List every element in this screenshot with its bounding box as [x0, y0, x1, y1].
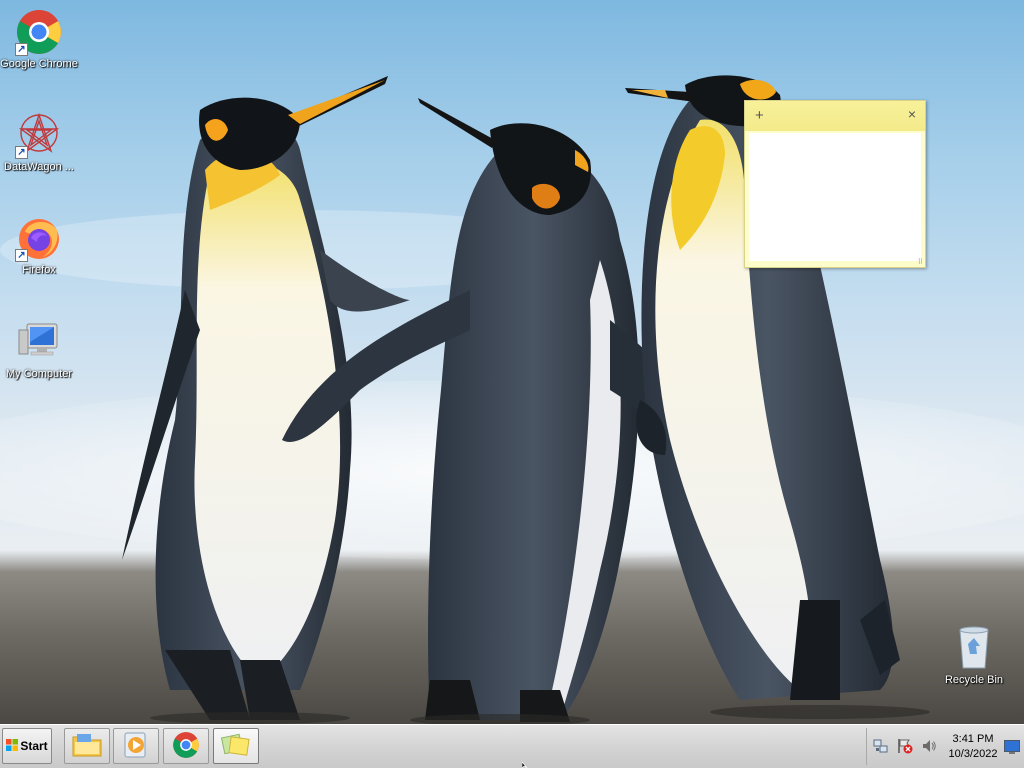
- recycle-bin-icon: [950, 624, 998, 672]
- sticky-notes-icon: [220, 732, 251, 761]
- datawagon-icon: ↗: [15, 111, 63, 159]
- resize-grip-icon[interactable]: ⠿: [918, 258, 923, 266]
- shortcut-arrow-icon: ↗: [15, 146, 28, 159]
- taskbar-clock[interactable]: 3:41 PM 10/3/2022: [945, 732, 1001, 762]
- action-center-flag-icon[interactable]: [897, 738, 913, 754]
- desktop-icon-recycle-bin[interactable]: Recycle Bin: [935, 624, 1013, 686]
- taskbar-button-google-chrome[interactable]: [163, 728, 209, 764]
- network-icon[interactable]: [873, 738, 889, 754]
- desktop-icon-firefox[interactable]: ↗ Firefox: [0, 214, 78, 276]
- desktop-icon-label: My Computer: [5, 368, 73, 380]
- firefox-icon: ↗: [15, 214, 63, 262]
- clock-time: 3:41 PM: [952, 733, 994, 745]
- clock-date: 10/3/2022: [948, 748, 998, 760]
- desktop-icon-label: Recycle Bin: [944, 674, 1004, 686]
- sticky-note-title-bar[interactable]: + ×: [745, 101, 925, 131]
- chrome-icon: ↗: [15, 8, 63, 56]
- sticky-note-window[interactable]: + × ⠿: [744, 100, 926, 268]
- windows-logo-icon: [6, 738, 19, 754]
- media-player-icon: [122, 731, 150, 762]
- taskbar-button-sticky-notes[interactable]: [213, 728, 259, 764]
- desktop-icon-datawagon[interactable]: ↗ DataWagon ...: [0, 111, 78, 173]
- folder-icon: [71, 731, 103, 762]
- chrome-icon: [172, 731, 200, 762]
- mouse-cursor-icon: [522, 762, 528, 768]
- show-desktop-button[interactable]: [1004, 740, 1020, 754]
- desktop-icon-label: Google Chrome: [0, 58, 78, 70]
- start-label: Start: [20, 739, 48, 753]
- computer-icon: [15, 318, 63, 366]
- show-desktop-icon: [1004, 740, 1020, 754]
- shortcut-arrow-icon: ↗: [15, 43, 28, 56]
- system-tray: 3:41 PM 10/3/2022: [866, 728, 1024, 765]
- desktop-icon-label: Firefox: [22, 264, 56, 276]
- desktop-icon-label: DataWagon ...: [4, 161, 74, 173]
- sticky-note-text-area[interactable]: [749, 133, 921, 261]
- start-button[interactable]: Start: [2, 728, 52, 764]
- shortcut-arrow-icon: ↗: [15, 249, 28, 262]
- taskbar-button-file-explorer[interactable]: [64, 728, 110, 764]
- volume-icon[interactable]: [921, 738, 937, 754]
- new-note-button[interactable]: +: [755, 107, 764, 124]
- close-note-button[interactable]: ×: [908, 106, 916, 122]
- desktop-icon-my-computer[interactable]: My Computer: [0, 318, 78, 380]
- taskbar-button-media-player[interactable]: [113, 728, 159, 764]
- desktop-icon-google-chrome[interactable]: ↗ Google Chrome: [0, 8, 78, 70]
- taskbar: Start 3:41 PM 10/3/2022: [0, 724, 1024, 768]
